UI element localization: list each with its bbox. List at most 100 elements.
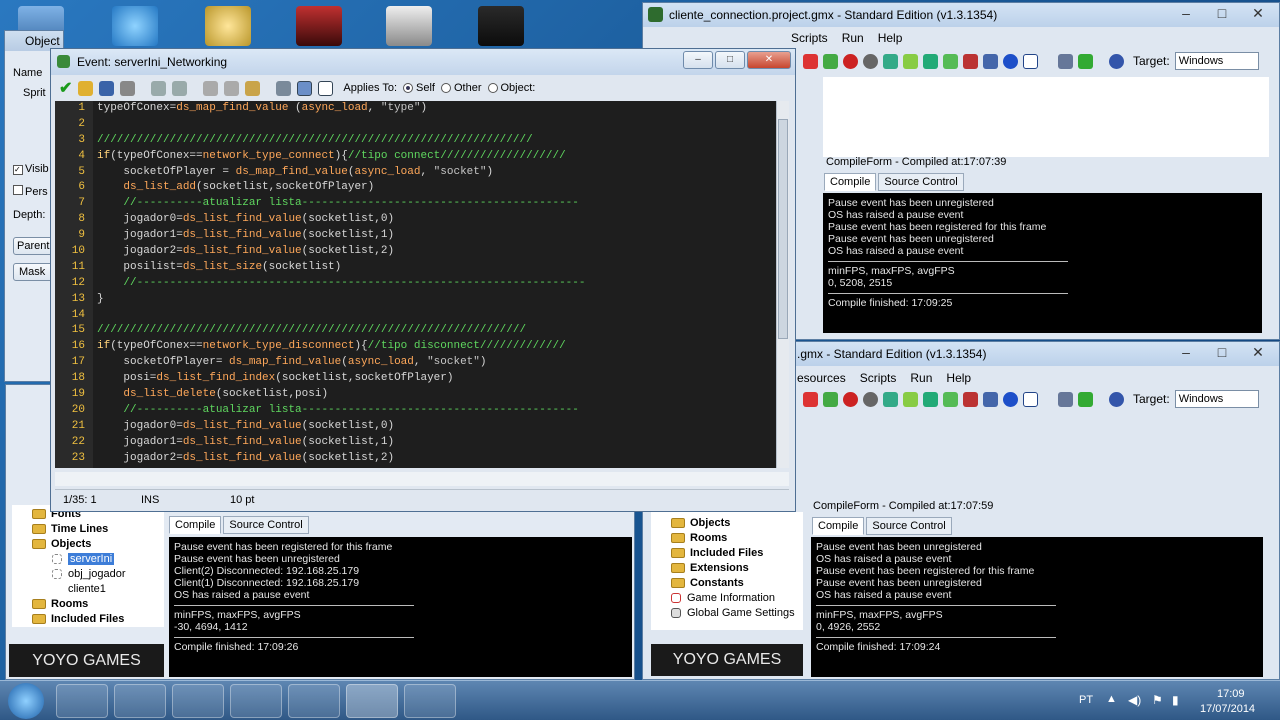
open-icon[interactable]: [78, 80, 94, 96]
debug-icon[interactable]: [843, 53, 858, 69]
code-line[interactable]: ////////////////////////////////////////…: [97, 133, 776, 149]
tree-item-constants[interactable]: Constants: [651, 576, 803, 591]
close-button[interactable]: ✕: [1241, 344, 1275, 362]
code-line[interactable]: jogador0=ds_list_find_value(socketlist,0…: [97, 212, 776, 228]
minimize-button[interactable]: –: [683, 51, 713, 69]
taskbar-chrome-icon[interactable]: [288, 684, 340, 718]
code-line[interactable]: ds_list_add(socketlist,socketOfPlayer): [97, 180, 776, 196]
tree-item-included-files[interactable]: Included Files: [651, 546, 803, 561]
maximize-button[interactable]: □: [1205, 344, 1239, 362]
code-line[interactable]: typeOfConex=ds_map_find_value (async_loa…: [97, 101, 776, 117]
timeline-icon[interactable]: [983, 391, 998, 407]
target-select[interactable]: Windows: [1174, 52, 1259, 70]
tab-compile[interactable]: Compile: [824, 173, 877, 191]
tree-item-game-information[interactable]: Game Information: [651, 591, 803, 606]
save-icon[interactable]: [99, 80, 115, 96]
code-line[interactable]: socketOfPlayer= ds_map_find_value(async_…: [97, 355, 776, 371]
menu-scripts[interactable]: Scripts: [860, 371, 897, 385]
code-line[interactable]: jogador2=ds_list_find_value(socketlist,2…: [97, 451, 776, 467]
path-icon[interactable]: [923, 53, 938, 69]
undo-icon[interactable]: [151, 80, 167, 96]
tree-item-extensions[interactable]: Extensions: [651, 561, 803, 576]
volume-icon[interactable]: ◀): [1128, 693, 1141, 707]
print-icon[interactable]: [120, 80, 136, 96]
taskbar-gamemaker-icon[interactable]: [346, 684, 398, 718]
search-icon[interactable]: [276, 80, 292, 96]
code-line[interactable]: //----------atualizar lista-------------…: [97, 196, 776, 212]
add-icon[interactable]: [1078, 53, 1093, 69]
toggle-icon[interactable]: [297, 80, 313, 96]
radio-other[interactable]: Other: [440, 82, 482, 94]
code-line[interactable]: jogador1=ds_list_find_value(socketlist,1…: [97, 228, 776, 244]
code-line[interactable]: [97, 117, 776, 133]
desktop-app-icon[interactable]: [205, 6, 251, 46]
code-line[interactable]: if(typeOfConex==network_type_disconnect)…: [97, 339, 776, 355]
horizontal-scrollbar[interactable]: [55, 472, 789, 486]
clock-time[interactable]: 17:09: [1217, 688, 1245, 700]
maximize-button[interactable]: □: [1205, 5, 1239, 23]
close-button[interactable]: ✕: [1241, 5, 1275, 23]
settings-icon[interactable]: [1058, 53, 1073, 69]
tree-item-rooms[interactable]: Rooms: [651, 531, 803, 546]
tree-item-obj-jogador[interactable]: obj_jogador: [12, 567, 164, 582]
tree-item-cliente1[interactable]: cliente1: [12, 582, 164, 597]
paste-icon[interactable]: [245, 80, 261, 96]
taskbar-explorer-icon[interactable]: [114, 684, 166, 718]
desktop-network-icon[interactable]: [112, 6, 158, 46]
path-icon[interactable]: [923, 391, 938, 407]
code-line[interactable]: jogador2=ds_list_find_value(socketlist,2…: [97, 244, 776, 260]
code-line[interactable]: //----------atualizar lista-------------…: [97, 403, 776, 419]
tab-compile[interactable]: Compile: [812, 517, 865, 535]
desktop-gamemaker-icon[interactable]: [478, 6, 524, 46]
taskbar-ie-icon[interactable]: [56, 684, 108, 718]
code-line[interactable]: }: [97, 292, 776, 308]
scrollbar-thumb[interactable]: [778, 119, 788, 339]
tray-arrow-icon[interactable]: ▲: [1106, 693, 1117, 705]
debug-icon[interactable]: [843, 391, 858, 407]
language-indicator[interactable]: PT: [1079, 694, 1093, 706]
ok-check-icon[interactable]: ✔: [59, 78, 72, 98]
copy-icon[interactable]: [224, 80, 240, 96]
tree-item-serverini[interactable]: serverIni: [12, 552, 164, 567]
sprite-icon[interactable]: [883, 391, 898, 407]
stop-icon[interactable]: [803, 391, 818, 407]
tree-item-time-lines[interactable]: Time Lines: [12, 522, 164, 537]
background-icon[interactable]: [903, 391, 918, 407]
vertical-scrollbar[interactable]: [776, 101, 789, 468]
network-icon[interactable]: ▮: [1172, 693, 1179, 707]
code-line[interactable]: ds_list_delete(socketlist,posi): [97, 387, 776, 403]
font-icon[interactable]: [963, 391, 978, 407]
object-icon[interactable]: [1003, 391, 1018, 407]
taskbar-app-icon[interactable]: [404, 684, 456, 718]
start-button[interactable]: [8, 683, 44, 719]
tree-item-objects[interactable]: Objects: [12, 537, 164, 552]
redo-icon[interactable]: [172, 80, 188, 96]
settings-icon[interactable]: [1058, 391, 1073, 407]
menu-help[interactable]: Help: [946, 371, 971, 385]
code-line[interactable]: [97, 308, 776, 324]
help-icon[interactable]: [1109, 391, 1124, 407]
font-icon[interactable]: [963, 53, 978, 69]
desktop-game-icon[interactable]: [296, 6, 342, 46]
close-button[interactable]: ✕: [747, 51, 791, 69]
menu-scripts[interactable]: Scripts: [791, 31, 828, 45]
tree-item-rooms[interactable]: Rooms: [12, 597, 164, 612]
script-icon[interactable]: [943, 53, 958, 69]
minimize-button[interactable]: –: [1169, 344, 1203, 362]
tab-compile[interactable]: Compile: [169, 516, 222, 534]
visible-checkbox[interactable]: ✓ Visib: [13, 163, 49, 175]
menu-help[interactable]: Help: [878, 31, 903, 45]
code-line[interactable]: jogador0=ds_list_find_value(socketlist,0…: [97, 419, 776, 435]
maximize-button[interactable]: □: [715, 51, 745, 69]
code-line[interactable]: if(typeOfConex==network_type_connect){//…: [97, 149, 776, 165]
code-editor[interactable]: 1 2 3 4 5 6 7 8 9 10 11 12 13 14 15 16 17 18 19 20 21 22 23 ty…: [55, 101, 776, 468]
room-icon[interactable]: [1023, 53, 1038, 69]
room-icon[interactable]: [1023, 391, 1038, 407]
target-select[interactable]: Windows: [1174, 390, 1259, 408]
persistent-checkbox[interactable]: Pers: [13, 185, 48, 198]
radio-object[interactable]: Object:: [487, 82, 535, 94]
clock-date[interactable]: 17/07/2014: [1200, 703, 1255, 715]
tab-source-control[interactable]: Source Control: [878, 173, 964, 191]
radio-self[interactable]: Self: [403, 82, 435, 94]
code-line[interactable]: ////////////////////////////////////////…: [97, 323, 776, 339]
